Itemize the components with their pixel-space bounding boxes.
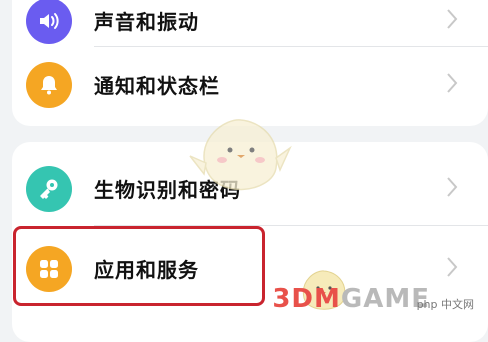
watermark-brand-part1: 3DM (272, 284, 341, 314)
chevron-right-icon (447, 9, 458, 29)
speaker-icon (26, 0, 72, 44)
chevron-right-icon (447, 73, 458, 93)
bell-icon (26, 62, 72, 108)
highlight-frame (13, 226, 265, 306)
settings-row-label: 通知和状态栏 (94, 74, 220, 98)
key-icon (26, 166, 72, 212)
watermark-brand: 3DMGAME (272, 284, 430, 314)
chevron-right-icon (447, 177, 458, 197)
settings-row-label: 声音和振动 (94, 10, 199, 34)
chevron-right-icon (447, 257, 458, 277)
watermark-mascot (189, 119, 292, 191)
watermark-site: php 中文网 (416, 298, 474, 311)
